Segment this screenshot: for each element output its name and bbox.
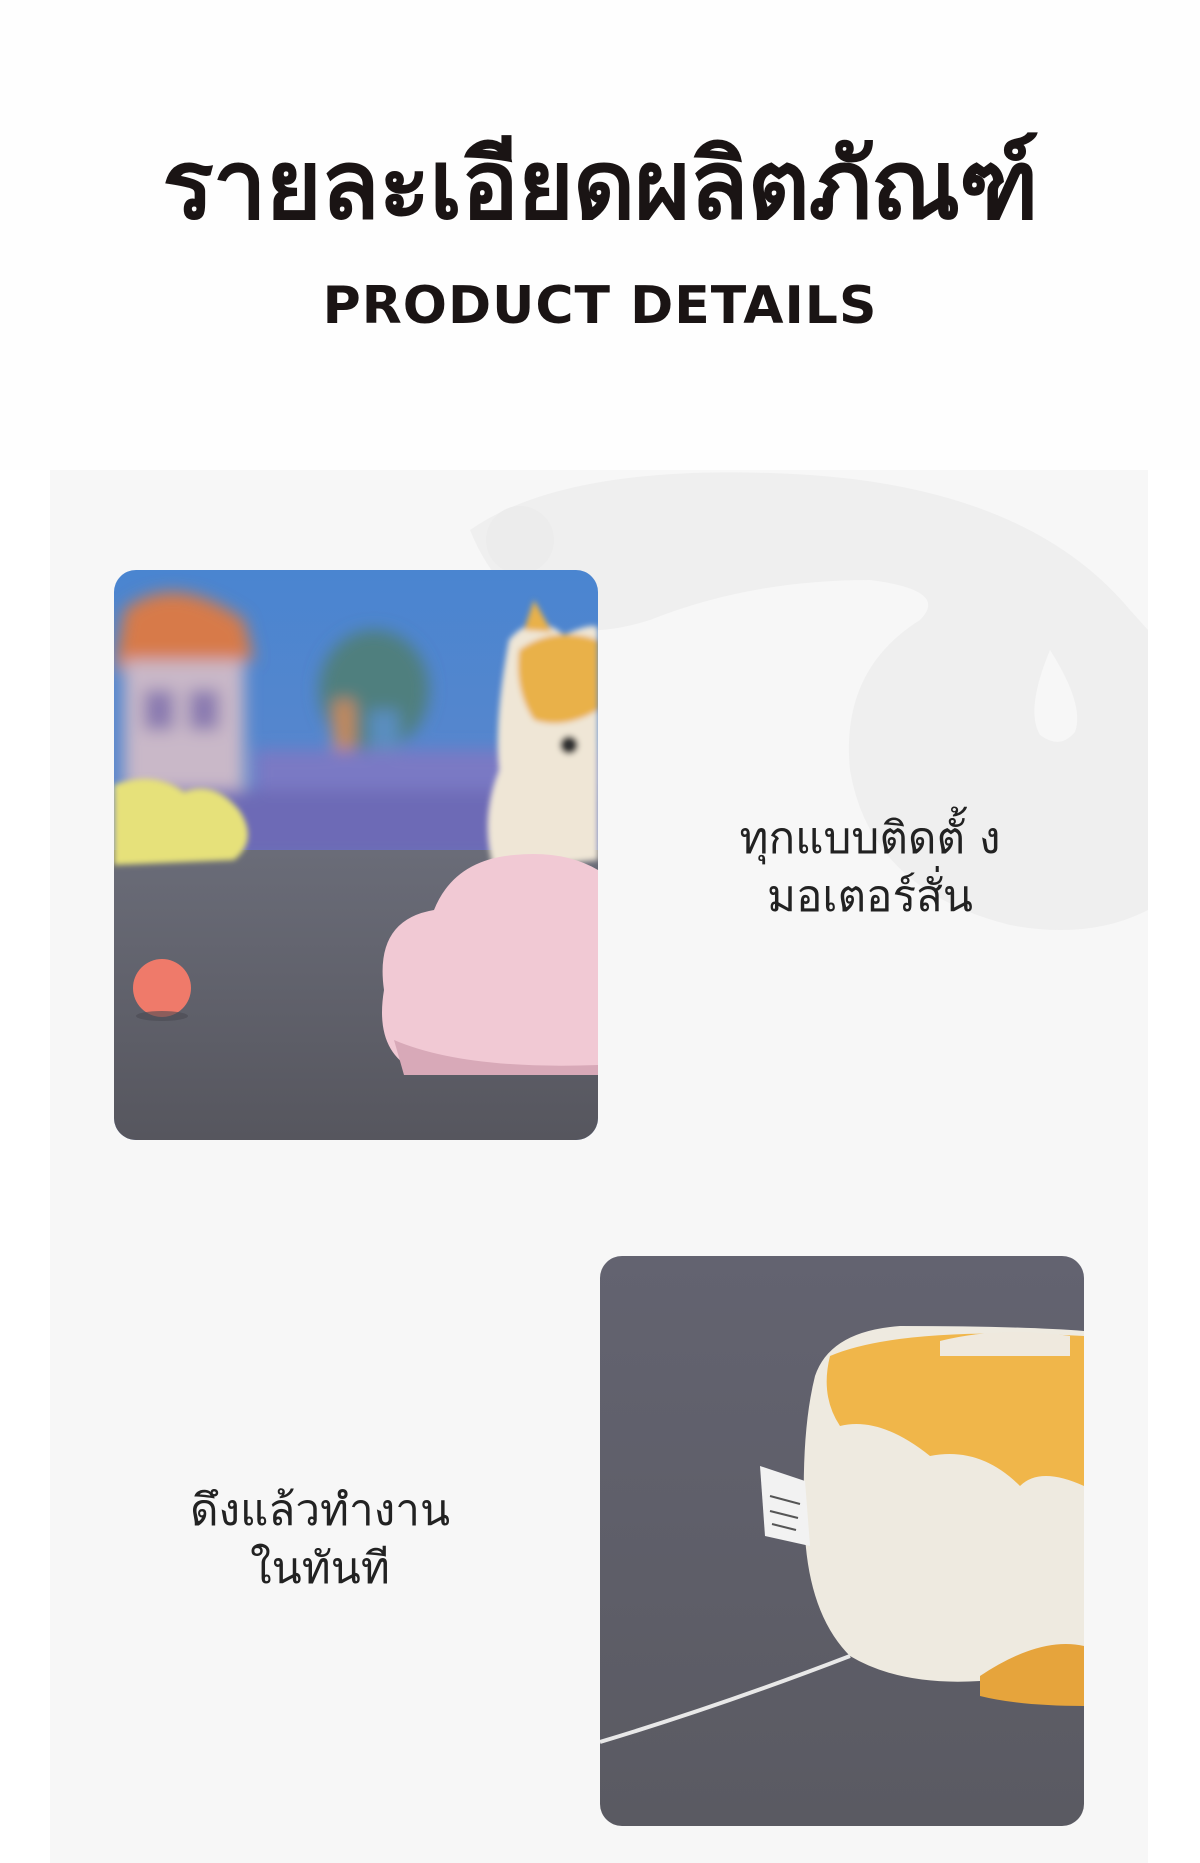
feature-caption-pull-to-start: ดึงแล้วทำงาน ในทันที <box>100 1482 540 1598</box>
corgi-toy-scene-photo <box>114 570 598 1140</box>
caption-line: มอเตอร์สั่น <box>766 871 974 922</box>
caption-line: ในทันที <box>250 1543 390 1594</box>
pull-string-plush-toy-photo <box>600 1256 1084 1826</box>
caption-line: ดึงแล้วทำงาน <box>189 1485 451 1536</box>
page-title-english: PRODUCT DETAILS <box>322 276 878 336</box>
product-details-panel: ทุกแบบติดตั้ ง มอเตอร์สั่น ดึงแล้วทำงาน <box>50 470 1148 1863</box>
page-header: รายละเอียดผลิตภัณฑ์ PRODUCT DETAILS <box>0 0 1200 470</box>
caption-line: ทุกแบบติดตั้ ง <box>739 813 1001 864</box>
feature-caption-vibration-motor: ทุกแบบติดตั้ ง มอเตอร์สั่น <box>650 810 1090 926</box>
page-title-thai: รายละเอียดผลิตภัณฑ์ <box>162 129 1039 241</box>
